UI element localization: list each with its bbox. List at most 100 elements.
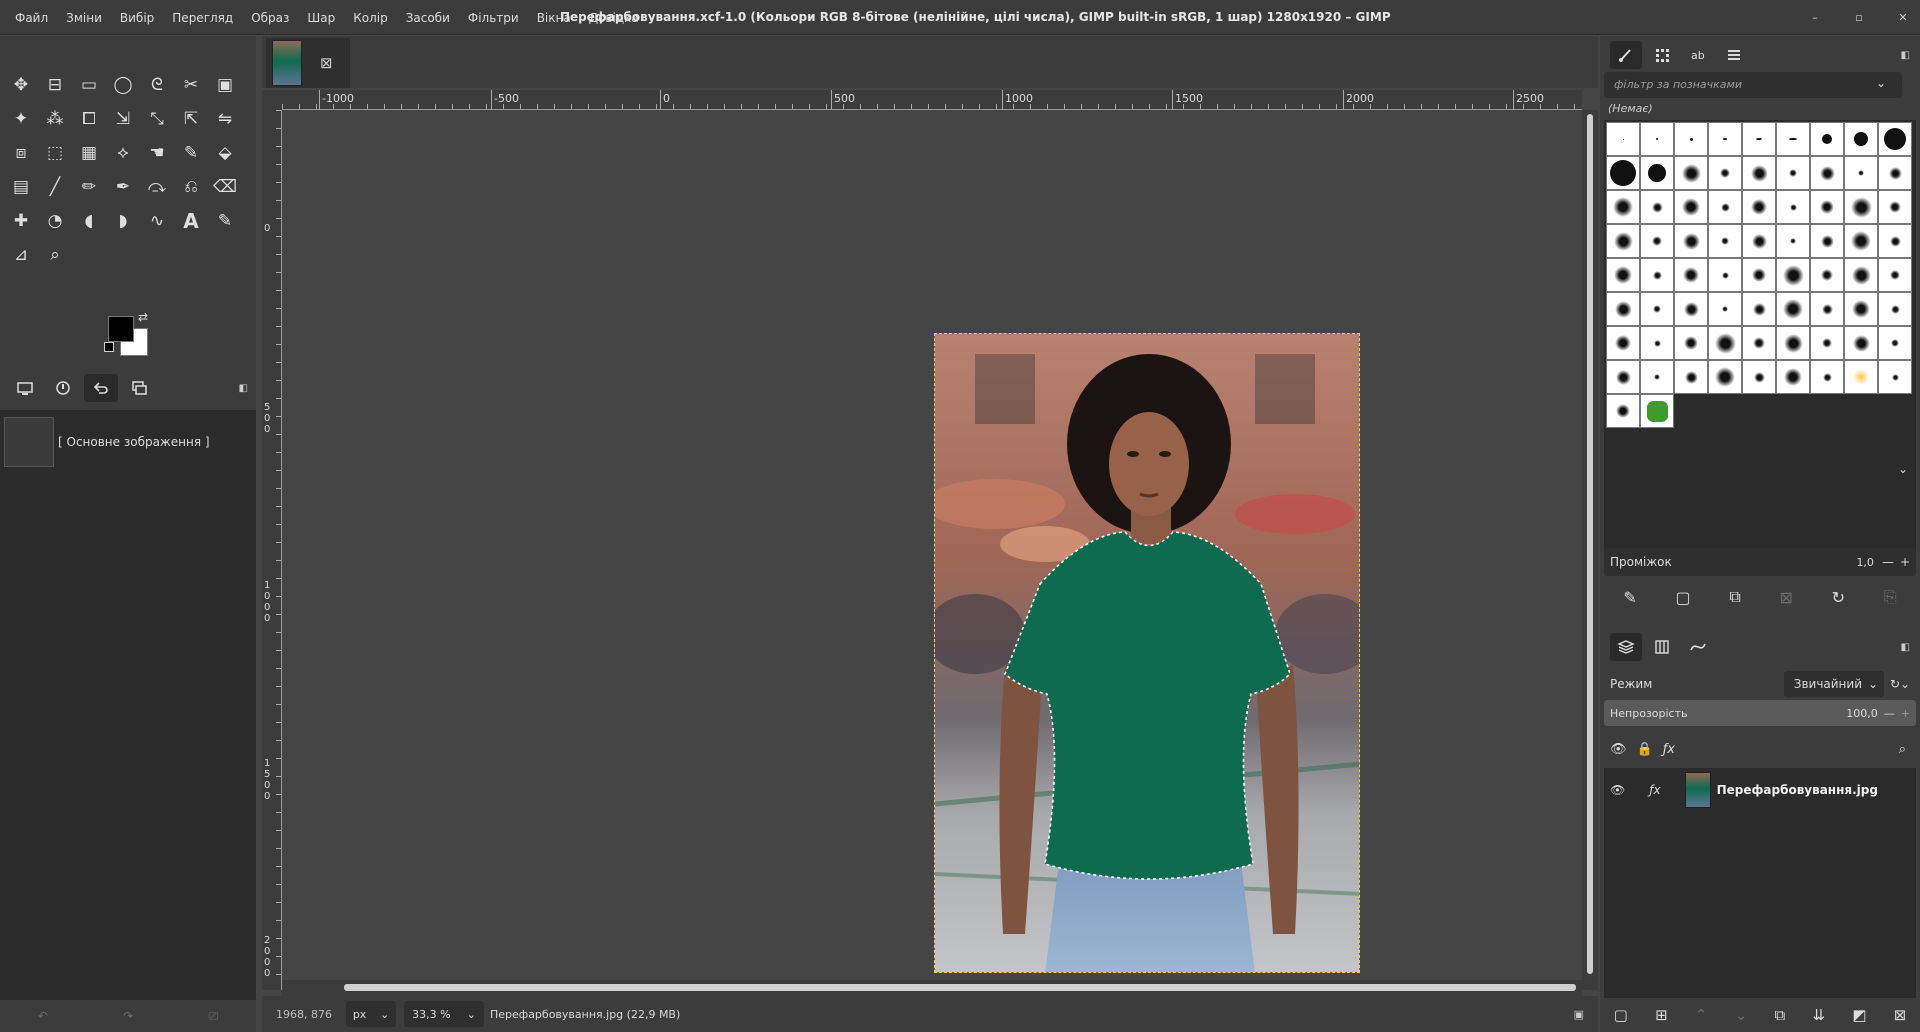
canvas-area[interactable]: [282, 110, 1582, 980]
gradient-tool[interactable]: ▤: [4, 170, 38, 204]
plus-icon[interactable]: +: [1900, 555, 1910, 569]
brush-preset[interactable]: [1640, 190, 1674, 224]
pencil-tool[interactable]: ✏: [72, 170, 106, 204]
fuzzy-select-tool[interactable]: ✦: [4, 102, 38, 136]
vertical-scrollbar[interactable]: [1582, 110, 1598, 990]
brush-preset[interactable]: [1674, 122, 1708, 156]
select-by-color-tool[interactable]: ⁂: [38, 102, 72, 136]
brush-preset[interactable]: [1640, 394, 1674, 428]
layer-mask-icon[interactable]: ◩: [1852, 1006, 1866, 1024]
menu-item[interactable]: Фільтри: [459, 11, 528, 25]
clear-history-icon[interactable]: ⎚: [209, 1009, 219, 1024]
layer-row[interactable]: 👁 ƒx Перефарбовування.jpg: [1604, 768, 1916, 812]
delete-layer-icon[interactable]: ⊠: [1894, 1006, 1907, 1024]
brush-preset[interactable]: [1810, 326, 1844, 360]
warp-transform-tool[interactable]: ⤡: [140, 102, 174, 136]
menu-item[interactable]: Колір: [344, 11, 396, 25]
delete-brush-icon[interactable]: ⊠: [1780, 588, 1793, 607]
menu-item[interactable]: Вибір: [111, 11, 163, 25]
minus-icon[interactable]: —: [1882, 555, 1894, 569]
brush-preset[interactable]: [1776, 360, 1810, 394]
tab-images[interactable]: [122, 374, 156, 402]
brush-preset[interactable]: [1810, 122, 1844, 156]
brush-preset[interactable]: [1878, 224, 1912, 258]
menu-item[interactable]: Зміни: [57, 11, 111, 25]
dodge-tool[interactable]: ◔: [38, 204, 72, 238]
brush-preset[interactable]: [1606, 360, 1640, 394]
fx-icon[interactable]: ƒx: [1663, 742, 1675, 757]
undo-icon[interactable]: ↶: [38, 1009, 48, 1023]
composite-mode-icon[interactable]: ↻⌄: [1890, 677, 1910, 691]
tab-tool-options[interactable]: [8, 374, 42, 402]
menu-item[interactable]: Засоби: [397, 11, 459, 25]
move-tool[interactable]: ✥: [4, 68, 38, 102]
brush-preset[interactable]: [1844, 360, 1878, 394]
brush-preset[interactable]: [1606, 326, 1640, 360]
reset-colors-icon[interactable]: [104, 342, 114, 352]
tab-fonts[interactable]: ab: [1682, 41, 1714, 69]
menu-item[interactable]: Образ: [242, 11, 298, 25]
brush-preset[interactable]: [1844, 122, 1878, 156]
plus-icon[interactable]: +: [1901, 707, 1910, 720]
navigate-icon[interactable]: ▣: [1574, 1008, 1584, 1021]
refresh-brushes-icon[interactable]: ↻: [1832, 588, 1845, 607]
brush-preset[interactable]: [1810, 292, 1844, 326]
brush-preset[interactable]: [1708, 224, 1742, 258]
horizontal-scroll-thumb[interactable]: [344, 984, 1576, 991]
menu-item[interactable]: Шар: [298, 11, 344, 25]
brush-preset[interactable]: [1606, 394, 1640, 428]
blur-tool[interactable]: ◖: [72, 204, 106, 238]
ellipse-select-tool[interactable]: ◯: [106, 68, 140, 102]
lower-layer-icon[interactable]: ⌄: [1735, 1006, 1748, 1024]
swap-colors-icon[interactable]: ⇄: [138, 310, 148, 324]
smudge-tool[interactable]: ☚: [140, 136, 174, 170]
brush-preset[interactable]: [1674, 190, 1708, 224]
horizontal-ruler[interactable]: -1000 -500 0 500 1000 1500 2000 2500: [282, 90, 1582, 110]
minus-icon[interactable]: —: [1884, 707, 1895, 720]
brush-preset[interactable]: [1708, 292, 1742, 326]
clone-tool[interactable]: ⎌: [174, 170, 208, 204]
brush-preset[interactable]: [1674, 258, 1708, 292]
unified-transform-tool[interactable]: ⇲: [106, 102, 140, 136]
brush-preset[interactable]: [1844, 190, 1878, 224]
brush-preset[interactable]: [1810, 360, 1844, 394]
brush-preset[interactable]: [1742, 292, 1776, 326]
brush-preset[interactable]: [1640, 360, 1674, 394]
brush-preset[interactable]: [1742, 360, 1776, 394]
perspective-clone-tool[interactable]: ⧈: [4, 136, 38, 170]
close-image-icon[interactable]: ⊠: [320, 54, 333, 72]
brush-preset[interactable]: [1878, 326, 1912, 360]
dodge-burn-tool[interactable]: ◗: [106, 204, 140, 238]
brush-preset[interactable]: [1742, 258, 1776, 292]
edit-brush-icon[interactable]: ✎: [1623, 588, 1636, 607]
tab-layers[interactable]: [1610, 633, 1642, 661]
brush-preset[interactable]: [1606, 122, 1640, 156]
brush-preset[interactable]: [1674, 156, 1708, 190]
brush-preset[interactable]: [1640, 258, 1674, 292]
measure-tool[interactable]: ⊿: [4, 238, 38, 272]
image-tab[interactable]: ⊠: [266, 38, 350, 88]
zoom-tool[interactable]: ⌕: [38, 238, 72, 272]
search-icon[interactable]: ⌕: [1899, 742, 1906, 757]
visibility-eye-icon[interactable]: 👁: [1610, 783, 1625, 797]
color-swatches[interactable]: ⇄: [104, 310, 154, 360]
eye-icon[interactable]: 👁: [1610, 742, 1627, 757]
new-brush-icon[interactable]: ▢: [1676, 588, 1691, 607]
dock-menu-icon[interactable]: ◧: [239, 383, 248, 394]
foreground-color[interactable]: [108, 316, 134, 342]
raise-layer-icon[interactable]: ⌃: [1695, 1006, 1708, 1024]
brush-preset[interactable]: [1878, 360, 1912, 394]
merge-layer-icon[interactable]: ⇊: [1813, 1006, 1826, 1024]
brush-preset[interactable]: [1708, 122, 1742, 156]
brush-spacing[interactable]: Проміжок 1,0 — +: [1604, 548, 1916, 576]
brush-preset[interactable]: [1878, 122, 1912, 156]
ruler-corner[interactable]: [262, 90, 282, 110]
paintbrush-tool[interactable]: ╱: [38, 170, 72, 204]
opacity-slider[interactable]: Непрозорість 100,0 — +: [1604, 700, 1916, 726]
eraser-tool[interactable]: ⌫: [208, 170, 242, 204]
mypaint-brush-tool[interactable]: ✎: [174, 136, 208, 170]
brush-preset[interactable]: [1776, 224, 1810, 258]
chevron-down-icon[interactable]: ⌄: [1898, 462, 1908, 476]
brush-preset[interactable]: [1844, 156, 1878, 190]
brush-preset[interactable]: [1742, 326, 1776, 360]
